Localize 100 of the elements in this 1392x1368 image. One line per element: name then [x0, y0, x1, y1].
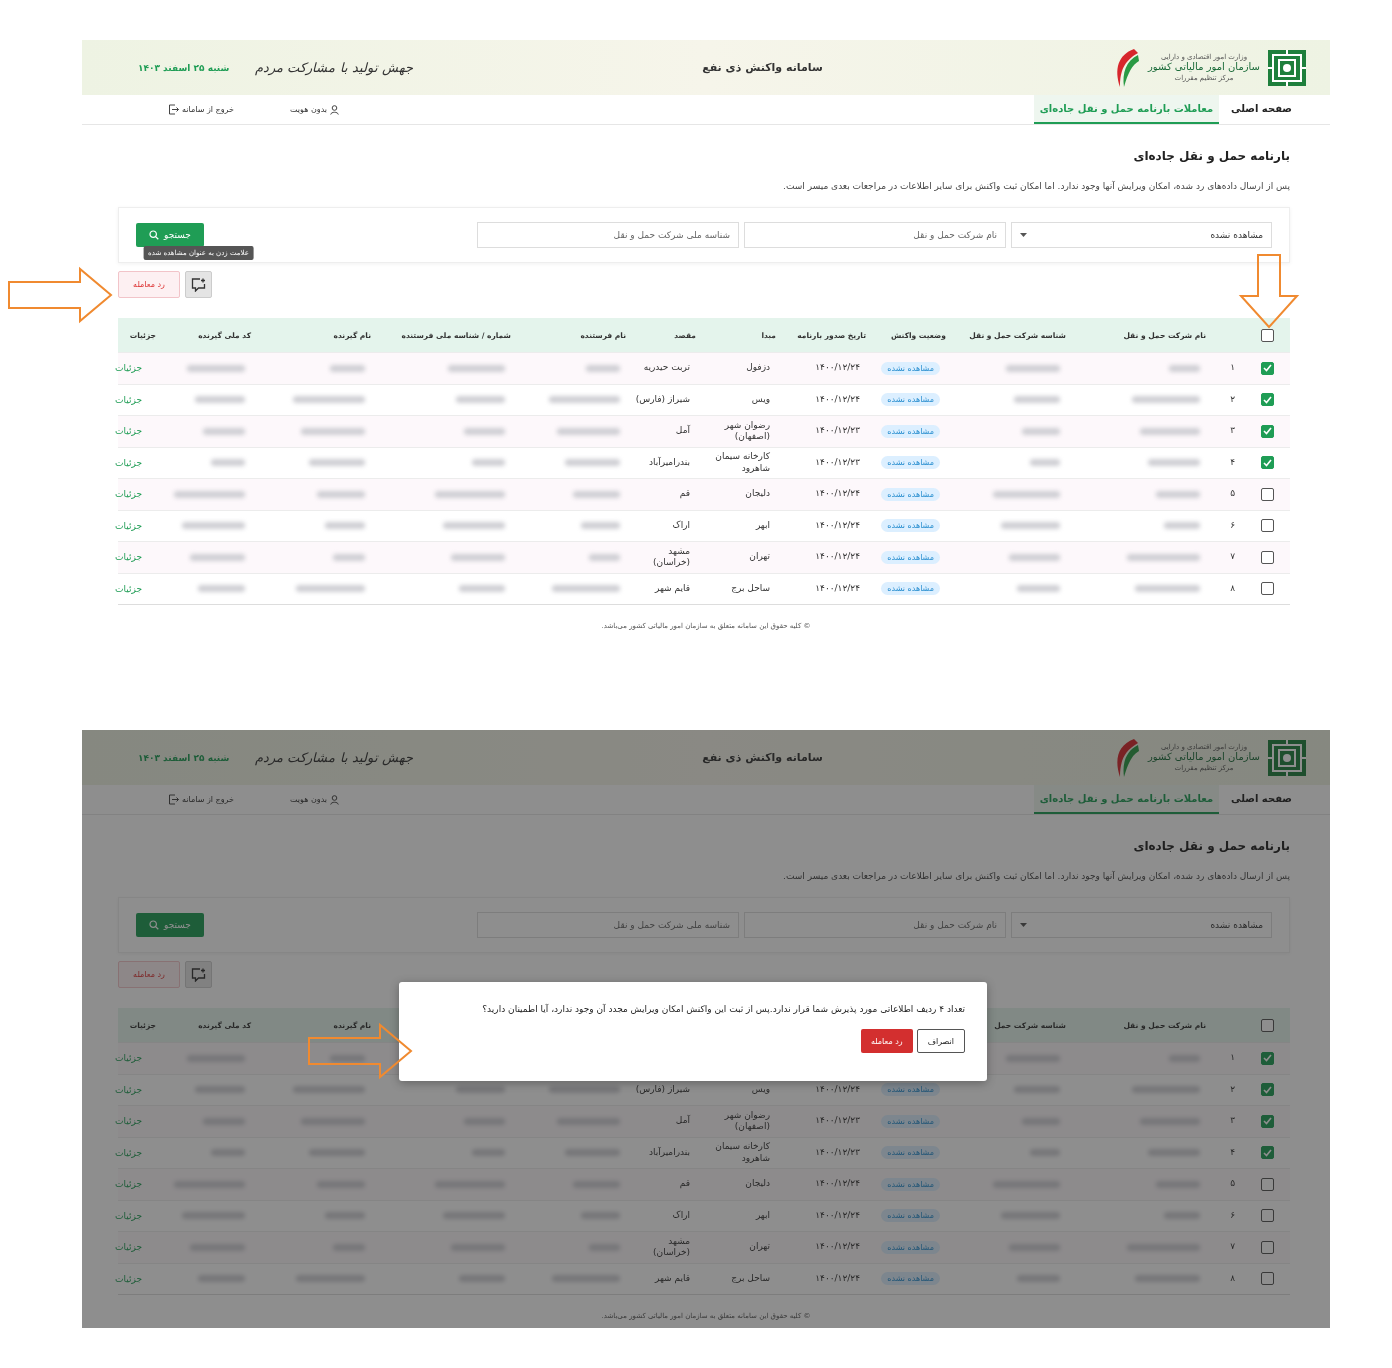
row-number: ۲	[1229, 393, 1236, 406]
table-cell-text: ۱۴۰۰/۱۲/۲۴	[814, 1209, 861, 1222]
row-checkbox[interactable]	[1261, 582, 1274, 596]
logout-icon	[168, 794, 179, 805]
reject-button[interactable]: رد معامله	[118, 961, 180, 988]
details-link[interactable]: جزئیات	[115, 426, 150, 437]
details-link[interactable]: جزئیات	[115, 1179, 150, 1190]
table-cell-text: ۱۴۰۰/۱۲/۲۴	[814, 393, 861, 406]
select-all-checkbox[interactable]	[1261, 328, 1274, 342]
row-checkbox[interactable]	[1261, 550, 1274, 564]
mark-seen-button[interactable]	[185, 271, 212, 298]
status-select[interactable]: مشاهده نشده	[1011, 222, 1272, 248]
details-link[interactable]: جزئیات	[115, 457, 150, 468]
row-checkbox[interactable]	[1261, 393, 1274, 407]
table-cell-text: قایم شهر	[653, 582, 691, 595]
table-cell-text: ابهر	[754, 1209, 771, 1222]
details-link[interactable]: جزئیات	[115, 583, 150, 594]
redacted-text	[182, 522, 245, 530]
redacted-text	[317, 490, 365, 498]
redacted-text	[1006, 364, 1060, 372]
nav-tab[interactable]: صفحه اصلی	[1225, 785, 1298, 814]
status-badge: مشاهده نشده	[881, 519, 940, 533]
row-checkbox[interactable]	[1261, 487, 1274, 501]
redacted-text	[472, 459, 505, 467]
row-number: ۸	[1229, 582, 1236, 595]
redacted-text	[589, 553, 620, 561]
redacted-text	[1022, 427, 1060, 435]
details-link[interactable]: جزئیات	[115, 1053, 150, 1064]
table-cell-text: تهران	[748, 1241, 771, 1254]
row-number: ۴	[1229, 1146, 1236, 1159]
row-checkbox[interactable]	[1261, 1272, 1274, 1286]
row-checkbox[interactable]	[1261, 1209, 1274, 1223]
table-cell-text: ۱۴۰۰/۱۲/۲۴	[814, 1083, 861, 1096]
row-checkbox[interactable]	[1261, 1146, 1274, 1160]
table-cell-text: ۱۴۰۰/۱۲/۲۳	[814, 1146, 861, 1159]
table-cell-text: ۱۴۰۰/۱۲/۲۴	[814, 362, 861, 375]
search-button[interactable]: جستجو	[136, 913, 204, 937]
row-checkbox[interactable]	[1261, 1177, 1274, 1191]
row-checkbox[interactable]	[1261, 361, 1274, 375]
table-cell-text: دلیجان	[744, 488, 771, 501]
redacted-text	[565, 459, 620, 467]
table-cell-text: ساحل برج	[730, 582, 771, 595]
details-link[interactable]: جزئیات	[115, 1147, 150, 1158]
nav-tab[interactable]: صفحه اصلی	[1225, 95, 1298, 124]
details-link[interactable]: جزئیات	[115, 520, 150, 531]
reject-button[interactable]: رد معامله	[118, 271, 180, 298]
details-link[interactable]: جزئیات	[115, 1242, 150, 1253]
row-checkbox[interactable]	[1261, 1083, 1274, 1097]
details-link[interactable]: جزئیات	[115, 394, 150, 405]
details-link[interactable]: جزئیات	[115, 552, 150, 563]
table-cell-text: قم	[678, 488, 691, 501]
row-checkbox[interactable]	[1261, 1114, 1274, 1128]
row-checkbox[interactable]	[1261, 1240, 1274, 1254]
logout-link[interactable]: خروج از سامانه	[168, 104, 234, 115]
table-cell-text: دلیجان	[744, 1178, 771, 1191]
confirm-reject-button[interactable]: رد معامله	[860, 1029, 913, 1053]
user-icon	[330, 104, 340, 115]
cancel-button[interactable]: انصراف	[916, 1029, 965, 1053]
details-link[interactable]: جزئیات	[115, 363, 150, 374]
table-cell-text: قم	[678, 1178, 691, 1191]
row-checkbox[interactable]	[1261, 519, 1274, 533]
slogan-text: جهش تولید با مشارکت مردم	[255, 750, 413, 765]
company-id-field[interactable]: شناسه ملی شرکت حمل و نقل	[477, 912, 739, 938]
table-cell-text: ۱۴۰۰/۱۲/۲۴	[814, 1178, 861, 1191]
redacted-text	[325, 522, 365, 530]
search-button[interactable]: جستجو	[136, 223, 204, 247]
page-title: بارنامه حمل و نقل جاده‌ای	[1132, 839, 1290, 853]
select-all-checkbox[interactable]	[1261, 1018, 1274, 1032]
row-checkbox[interactable]	[1261, 456, 1274, 470]
row-number: ۱	[1229, 1052, 1236, 1065]
user-link[interactable]: بدون هویت	[289, 794, 340, 805]
details-link[interactable]: جزئیات	[115, 1084, 150, 1095]
redacted-text	[1014, 396, 1060, 404]
company-name-field[interactable]: نام شرکت حمل و نقل	[744, 912, 1006, 938]
details-link[interactable]: جزئیات	[115, 1116, 150, 1127]
status-badge: مشاهده نشده	[881, 393, 940, 407]
nav-tab[interactable]: معاملات بارنامه حمل و نقل جاده‌ای	[1033, 95, 1220, 124]
details-link[interactable]: جزئیات	[115, 1210, 150, 1221]
user-link[interactable]: بدون هویت	[289, 104, 340, 115]
redacted-text	[448, 364, 505, 372]
redacted-text	[195, 396, 245, 404]
row-checkbox[interactable]	[1261, 1051, 1274, 1065]
date-text: شنبه ۲۵ اسفند ۱۴۰۳	[138, 62, 230, 73]
status-badge: مشاهده نشده	[881, 456, 940, 470]
company-name-field[interactable]: نام شرکت حمل و نقل	[744, 222, 1006, 248]
details-link[interactable]: جزئیات	[115, 489, 150, 500]
row-checkbox[interactable]	[1261, 424, 1274, 438]
status-badge: مشاهده نشده	[881, 424, 940, 438]
table-cell-text: ۱۴۰۰/۱۲/۲۴	[814, 582, 861, 595]
details-link[interactable]: جزئیات	[115, 1273, 150, 1284]
redacted-text	[1140, 427, 1200, 435]
redacted-text	[1169, 364, 1200, 372]
logout-link[interactable]: خروج از سامانه	[168, 794, 234, 805]
status-select[interactable]: مشاهده نشده	[1011, 912, 1272, 938]
redacted-text	[174, 490, 245, 498]
redacted-text	[309, 459, 365, 467]
nav-tab[interactable]: معاملات بارنامه حمل و نقل جاده‌ای	[1033, 785, 1220, 814]
redacted-text	[301, 427, 365, 435]
company-id-field[interactable]: شناسه ملی شرکت حمل و نقل	[477, 222, 739, 248]
organization-name: سازمان امور مالیاتی کشور	[1148, 751, 1260, 764]
